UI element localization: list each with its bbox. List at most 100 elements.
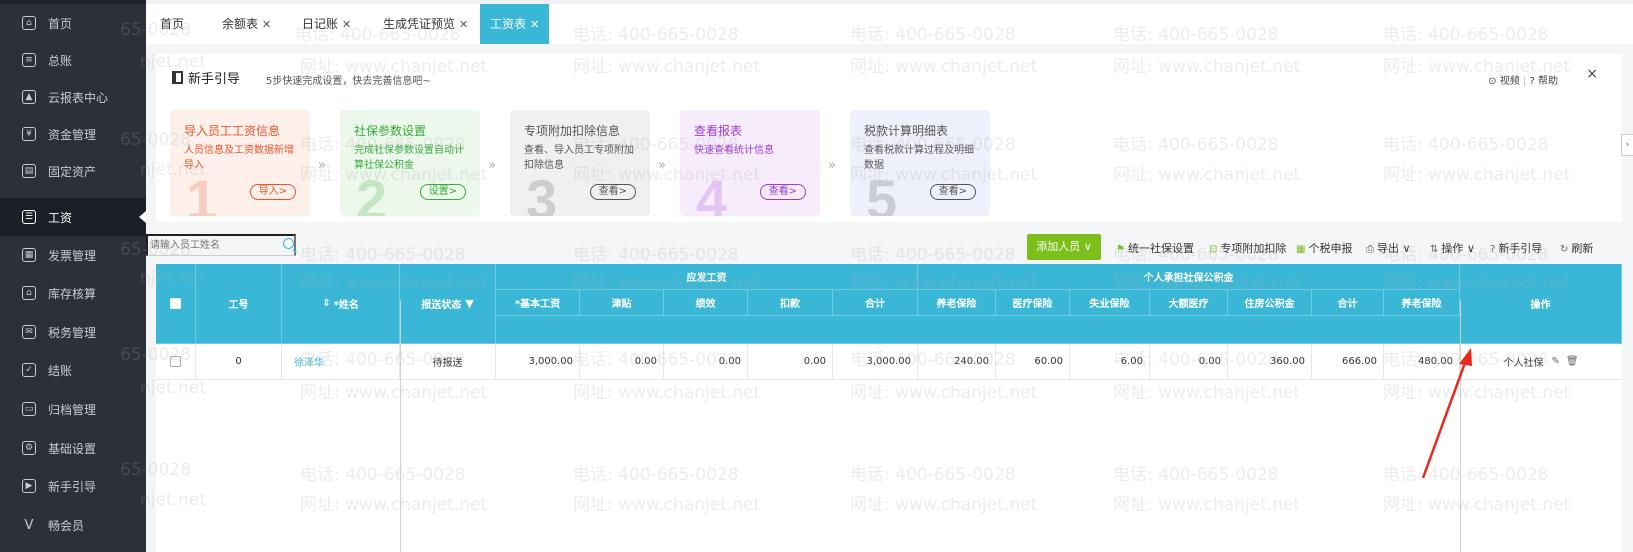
employee-name-link[interactable]: 徐泽华 [294,354,324,369]
header-status[interactable]: 报送状态 ▼ [400,264,496,344]
header-housing-fund[interactable]: 住房公积金 [1228,290,1312,316]
filter-icon[interactable]: ▼ [465,297,473,310]
flag-icon: ⚑ [1116,244,1125,255]
close-icon[interactable]: ✕ [342,18,351,31]
guide-close-button[interactable]: × [1586,66,1598,82]
sidebar-item-label: 总账 [48,53,73,68]
sort-icon[interactable]: ⇕ [322,298,330,309]
cell-pension-2[interactable]: 480.00 [1384,344,1460,380]
export-icon: ⎙ [1366,244,1374,255]
header-group-personal: 个人承担社保公积金 [918,264,1460,290]
header-unemployment[interactable]: 失业保险 [1070,290,1150,316]
select-all-checkbox[interactable] [170,298,181,309]
tab-journal[interactable]: 日记账 ✕ [302,4,351,44]
header-name-label: *姓名 [333,300,359,311]
special-deduction-button[interactable]: ⊡ 专项附加扣除 [1209,240,1286,256]
header-base-salary[interactable]: *基本工资 [496,290,580,316]
cell-medical[interactable]: 60.00 [996,344,1070,380]
close-icon[interactable]: ✕ [262,18,271,31]
view-button[interactable]: 查看> [589,184,636,200]
refresh-button[interactable]: ↻ 刷新 [1560,240,1593,256]
sidebar-item-ledger[interactable]: ≡ 总账 [0,41,146,79]
cell-serious-illness[interactable]: 0.00 [1150,344,1228,380]
tab-voucher-preview[interactable]: 生成凭证预览 ✕ [383,4,468,44]
cell-status: 待报送 [400,344,496,380]
edit-icon[interactable]: ✎ [1551,356,1559,367]
sidebar-item-funds[interactable]: ¥ 资金管理 [0,115,146,153]
header-serious-illness[interactable]: 大额医疗 [1150,290,1228,316]
sidebar-item-invoice[interactable]: ▦ 发票管理 [0,236,146,274]
tax-icon: ✉ [22,325,36,339]
tax-declare-button[interactable]: ▦ 个税申报 [1296,240,1352,256]
collapse-handle[interactable]: › [1621,134,1633,156]
search-icon[interactable] [283,238,294,249]
vip-icon: V [24,517,34,533]
personal-social-security-link[interactable]: 个人社保 [1503,354,1543,369]
social-security-setting-button[interactable]: ⚑ 统一社保设置 [1116,240,1194,256]
header-medical[interactable]: 医疗保险 [996,290,1070,316]
cell-deduction[interactable]: 0.00 [748,344,833,380]
tool-label: 操作 ∨ [1441,242,1475,255]
video-link[interactable]: 视频 [1500,76,1520,87]
button-label: 查看 [598,186,619,197]
view-button[interactable]: 查看> [759,184,806,200]
frozen-column-divider [1460,300,1461,552]
sidebar-item-tax[interactable]: ✉ 税务管理 [0,313,146,351]
header-allowance[interactable]: 津贴 [580,290,664,316]
help-link[interactable]: 帮助 [1538,76,1558,87]
sidebar-item-vip[interactable]: V 畅会员 [0,506,146,544]
sidebar-item-archive[interactable]: ▭ 归档管理 [0,390,146,428]
sidebar-item-guide[interactable]: ▶ 新手引导 [0,467,146,505]
header-subtotal[interactable]: 合计 [1312,290,1384,316]
view-button[interactable]: 查看> [929,184,976,200]
tax-declare-icon: ▦ [1296,244,1306,255]
cell-performance[interactable]: 0.00 [664,344,748,380]
add-employee-button[interactable]: 添加人员 ∨ [1027,234,1101,260]
deduction-icon: ⊡ [1209,244,1218,255]
cell-pension[interactable]: 240.00 [918,344,996,380]
money-bag-icon: ¥ [22,127,36,141]
import-button[interactable]: 导入> [249,184,296,200]
header-name[interactable]: ⇕ *姓名 [282,264,400,344]
cell-housing-fund[interactable]: 360.00 [1228,344,1312,380]
cell-allowance[interactable]: 0.00 [580,344,664,380]
sidebar-item-inventory[interactable]: ⌂ 库存核算 [0,274,146,312]
export-button[interactable]: ⎙ 导出 ∨ [1366,240,1411,256]
select-all-cell[interactable] [156,264,196,344]
sidebar-item-fixed-assets[interactable]: ▤ 固定资产 [0,152,146,190]
header-total[interactable]: 合计 [833,290,918,316]
close-icon[interactable]: ✕ [530,18,539,31]
row-select-cell[interactable] [156,344,196,380]
guide-title-text: 新手引导 [188,72,241,87]
button-label: 导入 [258,186,279,197]
refresh-icon: ↻ [1560,244,1569,255]
employee-search-input[interactable] [146,234,296,256]
cell-base-salary[interactable]: 3,000.00 [496,344,580,380]
tab-payroll[interactable]: 工资表 ✕ [480,4,550,44]
sidebar-item-checkout[interactable]: ✓ 结账 [0,351,146,389]
step-title: 社保参数设置 [354,124,427,138]
header-id[interactable]: 工号 [196,264,282,344]
cell-unemployment[interactable]: 6.00 [1070,344,1150,380]
tool-label: 统一社保设置 [1127,242,1194,255]
header-performance[interactable]: 绩效 [664,290,748,316]
guide-button[interactable]: ? 新手引导 [1490,240,1542,256]
delete-icon[interactable]: 🗑 [1566,356,1579,367]
sidebar-item-payroll[interactable]: ☰ 工资 [0,198,146,236]
sidebar-item-settings[interactable]: ⚙ 基础设置 [0,429,146,467]
operation-menu-button[interactable]: ⇅ 操作 ∨ [1430,240,1475,256]
header-pension[interactable]: 养老保险 [918,290,996,316]
header-deduction[interactable]: 扣款 [748,290,833,316]
sidebar-item-report-center[interactable]: ▲ 云报表中心 [0,78,146,116]
sidebar-item-home[interactable]: ⌂ 首页 [0,4,146,42]
step-desc: 查看、导入员工专项附加扣除信息 [524,145,634,171]
tab-balance[interactable]: 余额表 ✕ [222,4,271,44]
header-pension-2[interactable]: 养老保险 [1384,290,1460,316]
step-title: 导入员工工资信息 [184,124,281,138]
sidebar-item-label: 新手引导 [48,479,97,494]
close-icon[interactable]: ✕ [459,18,468,31]
settings-button[interactable]: 设置> [419,184,466,200]
building-icon: ▤ [22,164,36,178]
tab-home[interactable]: 首页 [160,4,184,44]
row-checkbox[interactable] [170,356,181,367]
